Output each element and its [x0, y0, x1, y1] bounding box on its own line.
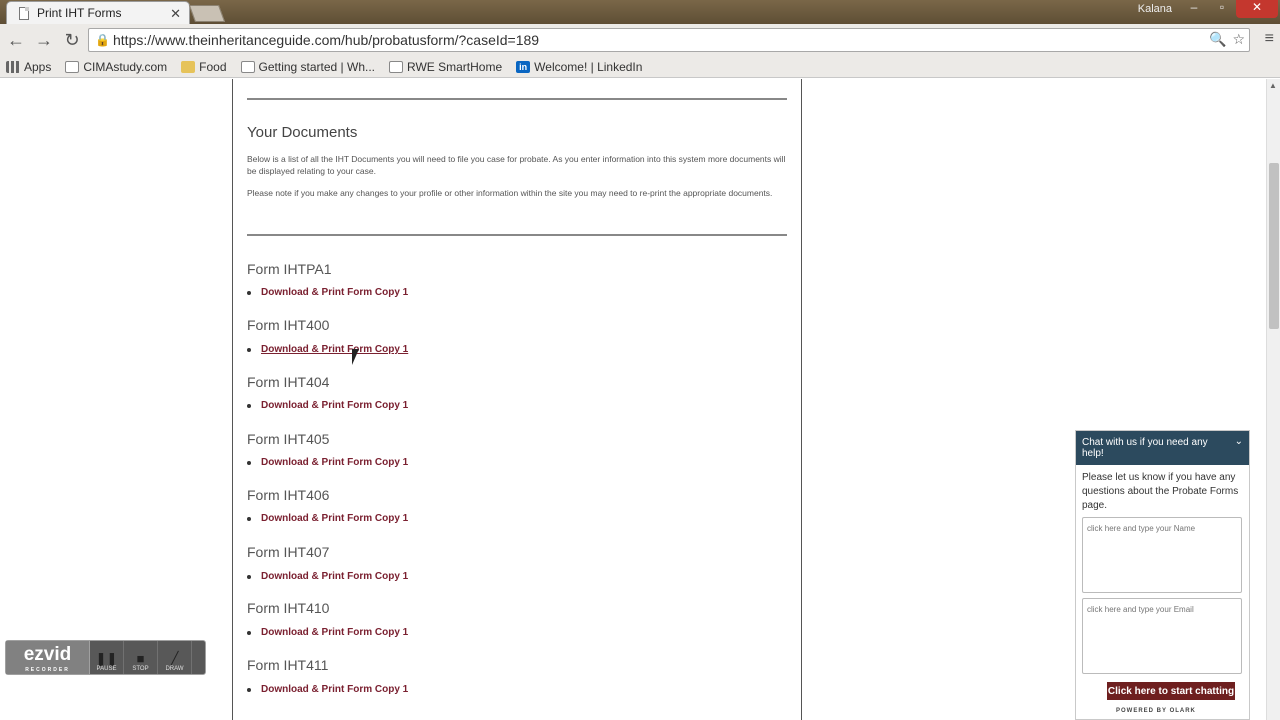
download-link[interactable]: Download & Print Form Copy 1 — [261, 400, 408, 411]
content-column: Your Documents Below is a list of all th… — [232, 79, 802, 720]
bookmark-food[interactable]: Food — [181, 60, 227, 74]
form-title: Form IHT410 — [247, 600, 330, 616]
download-link[interactable]: Download & Print Form Copy 1 — [261, 457, 408, 468]
chat-email-input[interactable] — [1082, 598, 1242, 674]
zoom-icon[interactable]: 🔍 — [1209, 31, 1226, 48]
page-icon — [240, 60, 255, 73]
download-link[interactable]: Download & Print Form Copy 1 — [261, 287, 408, 298]
browser-tab[interactable]: Print IHT Forms ✕ — [6, 1, 190, 24]
draw-button[interactable]: ╱ DRAW — [158, 641, 192, 674]
stop-button[interactable]: ■ STOP — [124, 641, 158, 674]
minimize-icon[interactable]: – — [1182, 0, 1206, 18]
form-title: Form IHT411 — [247, 657, 329, 673]
list-item: Download & Print Form Copy 1 — [247, 513, 408, 524]
ezvid-logo: ezvid RECORDER — [6, 641, 90, 674]
bookmark-rwe-smarthome[interactable]: RWE SmartHome — [389, 60, 502, 74]
form-title: Form IHT407 — [247, 544, 330, 560]
note-paragraph: Please note if you make any changes to y… — [247, 188, 773, 198]
download-link[interactable]: Download & Print Form Copy 1 — [261, 344, 408, 355]
forward-icon[interactable]: → — [32, 28, 56, 52]
folder-icon — [181, 60, 196, 73]
form-title: Form IHT404 — [247, 374, 330, 390]
address-bar[interactable]: 🔒 https://www.theinheritanceguide.com/hu… — [88, 28, 1250, 52]
start-chat-button[interactable]: Click here to start chatting — [1107, 682, 1235, 700]
download-link[interactable]: Download & Print Form Copy 1 — [261, 571, 408, 582]
bookmark-star-icon[interactable]: ☆ — [1232, 31, 1245, 48]
powered-by-label: POWERED BY OLARK — [1116, 708, 1196, 714]
profile-name[interactable]: Kalana — [1138, 3, 1172, 15]
stop-icon: ■ — [136, 651, 145, 666]
lock-icon: 🔒 — [95, 33, 110, 47]
bookmark-getting-started[interactable]: Getting started | Wh... — [240, 60, 375, 74]
pen-icon: ╱ — [170, 651, 179, 666]
form-title: Form IHTPA1 — [247, 261, 332, 277]
back-icon[interactable]: ← — [4, 28, 28, 52]
download-link[interactable]: Download & Print Form Copy 1 — [261, 627, 408, 638]
chat-name-input[interactable] — [1082, 517, 1242, 593]
form-title: Form IHT406 — [247, 487, 330, 503]
page-icon — [65, 60, 80, 73]
tab-title: Print IHT Forms — [37, 6, 122, 20]
recorder-overlay: ezvid RECORDER ❚❚ PAUSE ■ STOP ╱ DRAW — [5, 640, 206, 675]
chat-message: Please let us know if you have any quest… — [1082, 472, 1239, 511]
page-scrollbar[interactable]: ▲ — [1266, 79, 1280, 720]
form-title: Form IHT400 — [247, 317, 330, 333]
section-title: Your Documents — [247, 124, 358, 141]
page-icon — [19, 6, 29, 20]
chat-header[interactable]: Chat with us if you need any help! ⌄ — [1076, 431, 1249, 465]
new-tab-button[interactable] — [188, 5, 226, 22]
page-icon — [389, 60, 404, 73]
bookmark-cimastudy[interactable]: CIMAstudy.com — [65, 60, 167, 74]
chevron-down-icon[interactable]: ⌄ — [1235, 436, 1243, 447]
divider — [247, 98, 787, 100]
list-item: Download & Print Form Copy 1 — [247, 400, 408, 411]
download-link[interactable]: Download & Print Form Copy 1 — [261, 684, 408, 695]
download-link[interactable]: Download & Print Form Copy 1 — [261, 513, 408, 524]
list-item: Download & Print Form Copy 1 — [247, 457, 408, 468]
menu-icon[interactable]: ≡ — [1265, 30, 1274, 48]
scroll-up-icon[interactable]: ▲ — [1269, 81, 1277, 90]
scroll-thumb[interactable] — [1269, 163, 1279, 329]
divider — [247, 234, 787, 236]
list-item: Download & Print Form Copy 1 — [247, 344, 408, 355]
pause-button[interactable]: ❚❚ PAUSE — [90, 641, 124, 674]
mouse-cursor — [352, 349, 366, 365]
pause-icon: ❚❚ — [95, 651, 118, 666]
linkedin-icon: in — [516, 60, 531, 73]
list-item: Download & Print Form Copy 1 — [247, 684, 408, 695]
list-item: Download & Print Form Copy 1 — [247, 627, 408, 638]
url-text: https://www.theinheritanceguide.com/hub/… — [113, 32, 540, 48]
maximize-icon[interactable]: ▫ — [1210, 0, 1234, 18]
window-close-icon[interactable]: ✕ — [1236, 0, 1278, 18]
reload-icon[interactable]: ↻ — [60, 28, 84, 52]
window-titlebar: Print IHT Forms ✕ Kalana – ▫ ✕ — [0, 0, 1280, 24]
list-item: Download & Print Form Copy 1 — [247, 571, 408, 582]
bookmark-linkedin[interactable]: in Welcome! | LinkedIn — [516, 60, 642, 74]
form-title: Form IHT405 — [247, 431, 330, 447]
apps-icon — [6, 60, 20, 73]
tab-close-icon[interactable]: ✕ — [170, 6, 181, 22]
bookmarks-bar: Apps CIMAstudy.com Food Getting started … — [0, 56, 1280, 78]
browser-toolbar: ← → ↻ 🔒 https://www.theinheritanceguide.… — [0, 24, 1280, 56]
bookmark-apps[interactable]: Apps — [6, 60, 51, 74]
intro-paragraph: Below is a list of all the IHT Documents… — [247, 154, 786, 176]
list-item: Download & Print Form Copy 1 — [247, 287, 408, 298]
chat-widget: Chat with us if you need any help! ⌄ Ple… — [1075, 430, 1250, 720]
